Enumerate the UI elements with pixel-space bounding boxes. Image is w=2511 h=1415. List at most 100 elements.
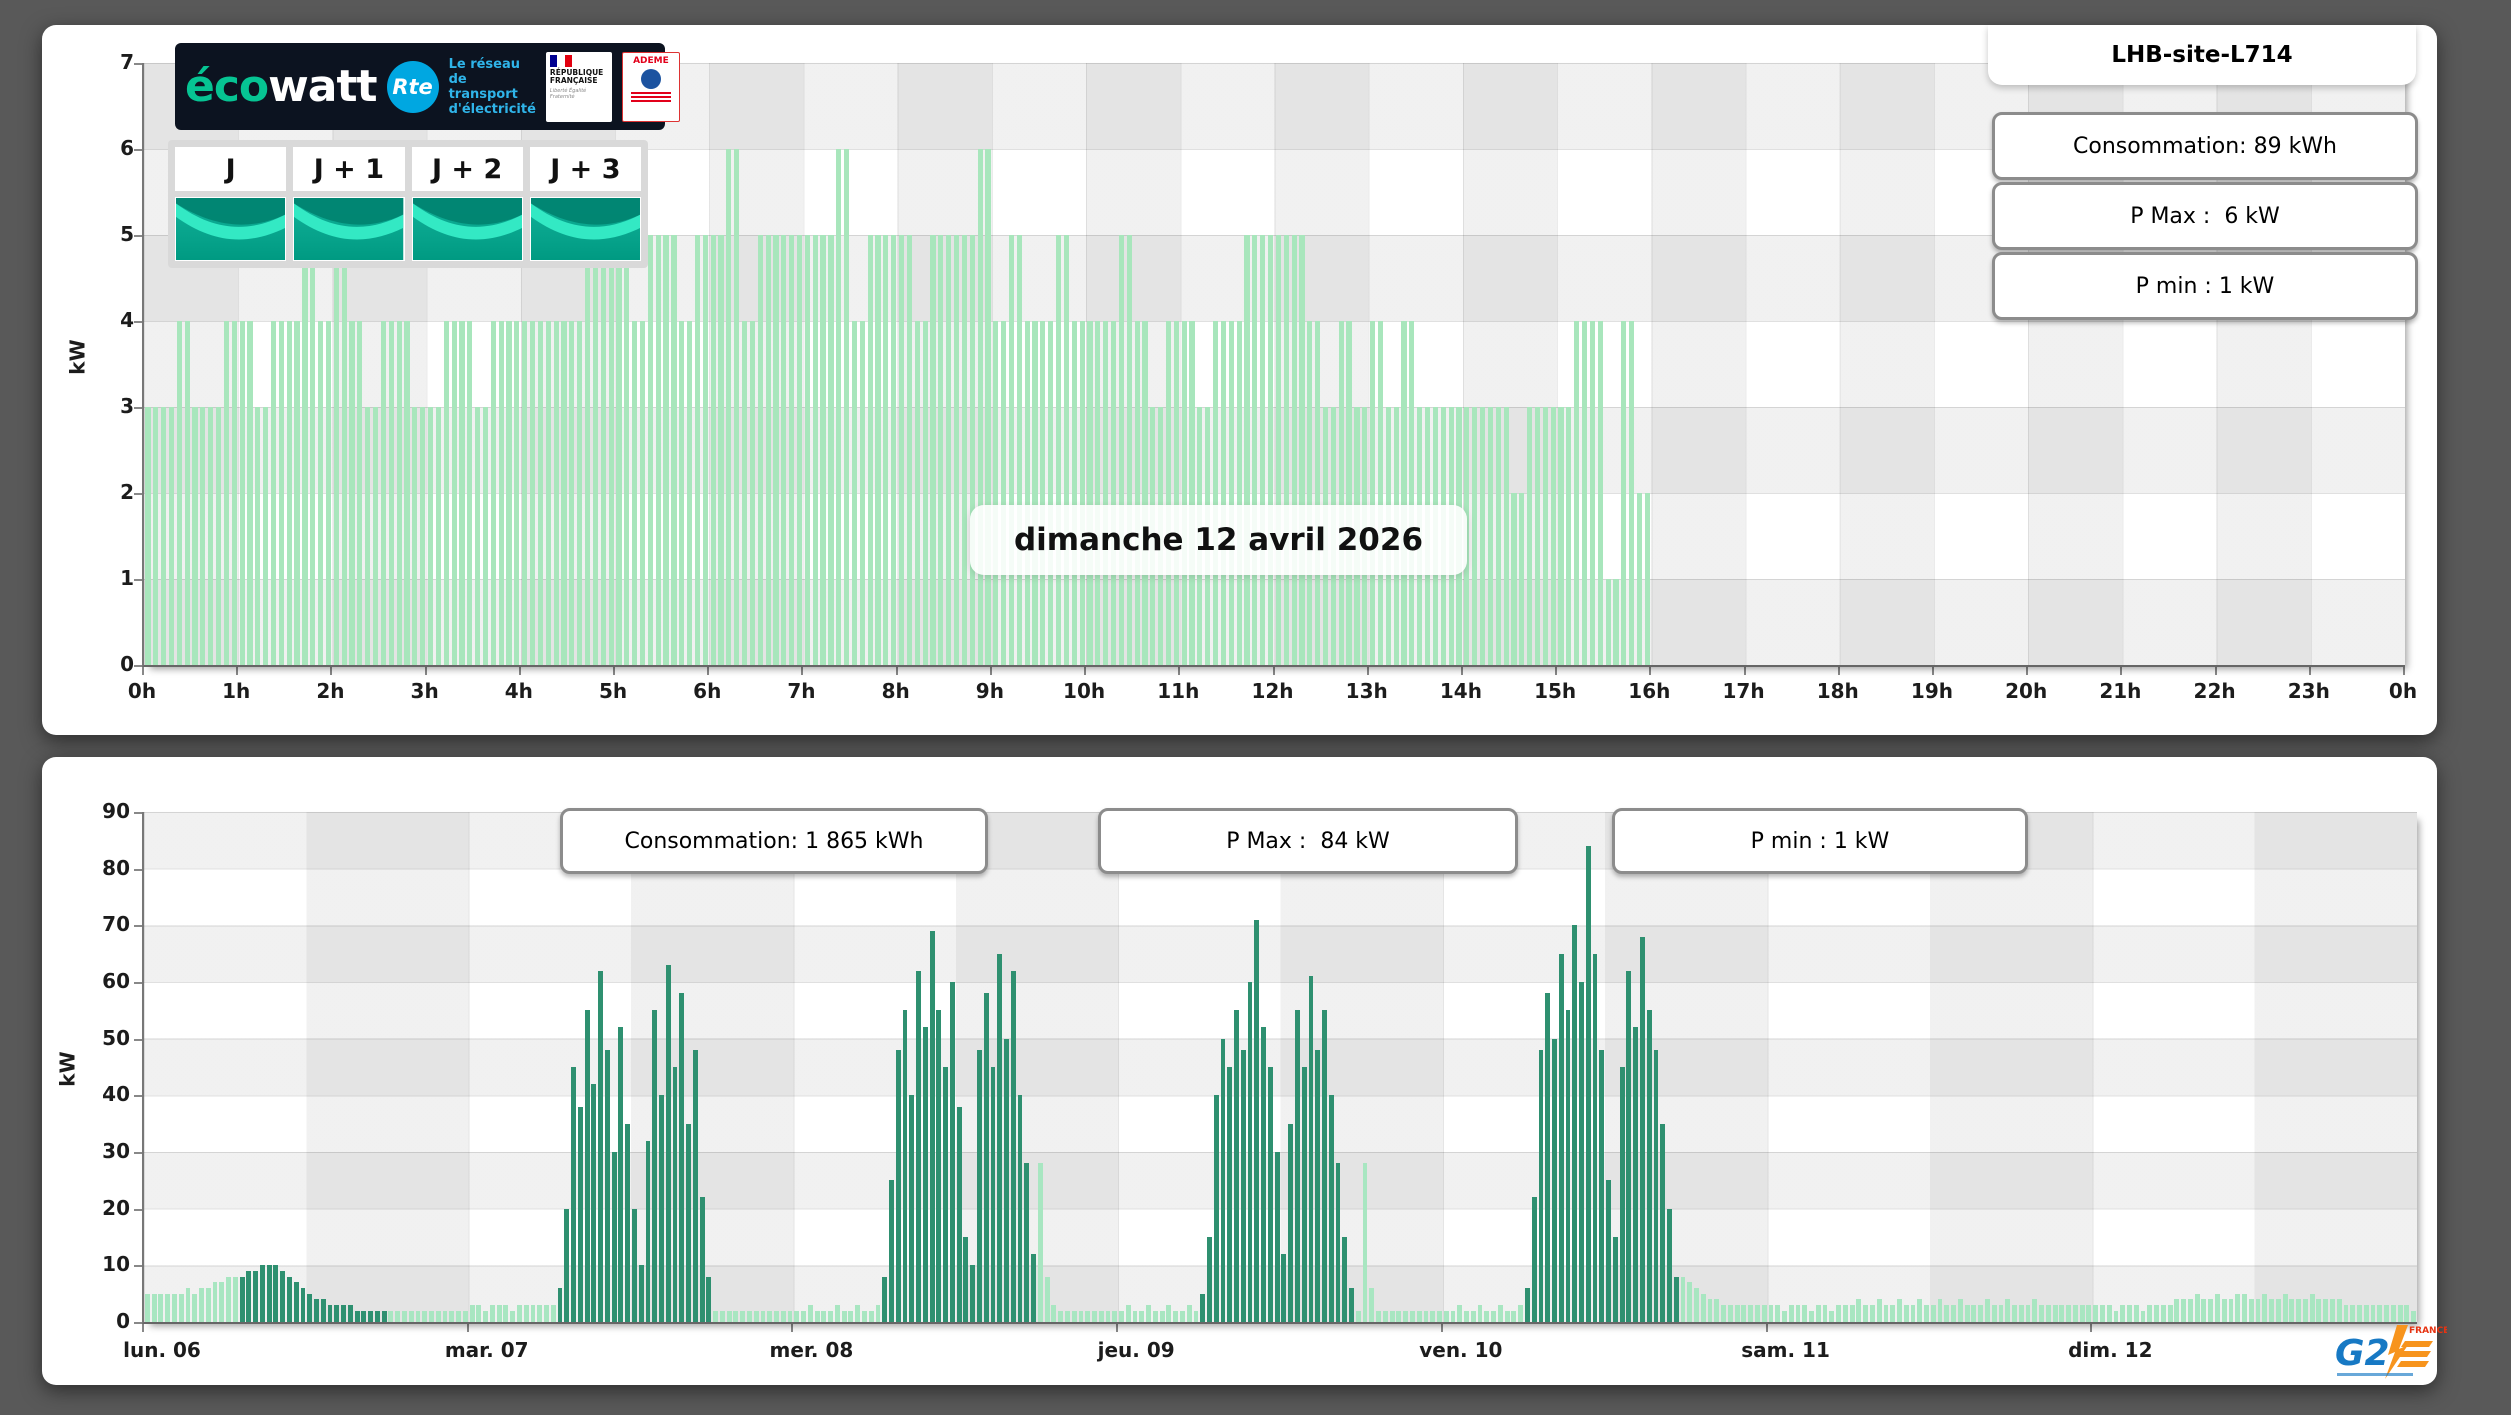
daily-consumption-bar — [397, 321, 402, 665]
daily-pmin-box: P min : 1 kW — [1992, 252, 2418, 320]
x-tick-label: jeu. 09 — [1076, 1338, 1196, 1362]
daily-consumption-bar — [632, 321, 637, 665]
daily-consumption-bar — [1496, 407, 1501, 665]
tab-day-j2[interactable]: J + 2 — [412, 147, 523, 261]
daily-consumption-bar — [373, 407, 378, 665]
weekly-baseline-bar — [1741, 1305, 1746, 1322]
weekly-activity-bar — [1640, 937, 1645, 1322]
weekly-activity-bar — [943, 1067, 948, 1322]
daily-consumption-bar — [773, 235, 778, 665]
daily-consumption-box: Consommation: 89 kWh — [1992, 112, 2418, 180]
weekly-baseline-bar — [1390, 1311, 1395, 1322]
weekly-baseline-bar — [2323, 1299, 2328, 1322]
weekly-baseline-bar — [2377, 1305, 2382, 1322]
x-tick-mark — [1116, 1324, 1118, 1332]
y-tick-label: 70 — [90, 912, 130, 936]
weekly-activity-bar — [1302, 1067, 1307, 1322]
x-tick-mark — [1555, 667, 1557, 675]
weekly-baseline-bar — [1356, 1311, 1361, 1322]
weekly-activity-bar — [936, 1010, 941, 1322]
daily-consumption-bar — [640, 321, 645, 665]
y-tick-label: 40 — [90, 1082, 130, 1106]
weekly-baseline-bar — [2107, 1305, 2112, 1322]
weekly-activity-bar — [1248, 982, 1253, 1322]
daily-consumption-bar — [467, 321, 472, 665]
daily-consumption-bar — [1268, 235, 1273, 665]
weekly-activity-bar — [896, 1050, 901, 1322]
x-tick-label: lun. 06 — [102, 1338, 222, 1362]
daily-consumption-bar — [1606, 579, 1611, 665]
weekly-activity-bar — [321, 1299, 326, 1322]
weekly-baseline-bar — [1187, 1305, 1192, 1322]
ademe-subtext-lines — [631, 92, 671, 102]
weekly-baseline-bar — [199, 1288, 204, 1322]
weekly-baseline-bar — [2141, 1311, 2146, 1322]
y-tick-label: 80 — [90, 856, 130, 880]
weekly-baseline-bar — [1424, 1311, 1429, 1322]
daily-consumption-bar — [750, 321, 755, 665]
weekly-activity-bar — [977, 1050, 982, 1322]
weekly-activity-bar — [706, 1277, 711, 1322]
daily-consumption-bar — [781, 235, 786, 665]
y-tick-label: 0 — [90, 1309, 130, 1333]
daily-consumption-bar — [671, 235, 676, 665]
weekly-baseline-bar — [2201, 1299, 2206, 1322]
daily-consumption-bar — [1009, 235, 1014, 665]
weekly-baseline-bar — [1085, 1311, 1090, 1322]
tab-day-j1[interactable]: J + 1 — [293, 147, 404, 261]
weekly-baseline-bar — [1051, 1305, 1056, 1322]
weekly-activity-bar — [970, 1265, 975, 1322]
x-tick-mark — [467, 1324, 469, 1332]
weekly-baseline-bar — [1518, 1305, 1523, 1322]
weekly-baseline-bar — [1471, 1311, 1476, 1322]
ecowatt-eco-text: éco — [185, 61, 268, 112]
y-tick-label: 50 — [90, 1026, 130, 1050]
weekly-activity-bar — [1200, 1294, 1205, 1322]
weekly-baseline-bar — [1369, 1288, 1374, 1322]
weekly-baseline-bar — [1904, 1305, 1909, 1322]
daily-consumption-bar — [357, 321, 362, 665]
daily-consumption-bar — [569, 321, 574, 665]
daily-consumption-bar — [1229, 321, 1234, 665]
tab-day-j[interactable]: J — [175, 147, 286, 261]
weekly-baseline-bar — [862, 1311, 867, 1322]
y-tick-label: 4 — [94, 308, 134, 332]
weekly-activity-bar — [564, 1209, 569, 1322]
weekly-baseline-bar — [152, 1294, 157, 1322]
tab-day-j3[interactable]: J + 3 — [530, 147, 641, 261]
daily-consumption-bar — [1370, 321, 1375, 665]
weekly-activity-bar — [558, 1288, 563, 1322]
weekly-baseline-bar — [1775, 1305, 1780, 1322]
weekly-activity-bar — [1011, 971, 1016, 1322]
daily-consumption-bar — [1401, 321, 1406, 665]
weekly-baseline-bar — [2371, 1305, 2376, 1322]
daily-consumption-bar — [1127, 235, 1132, 665]
daily-consumption-bar — [428, 407, 433, 665]
daily-consumption-bar — [538, 321, 543, 665]
weekly-baseline-bar — [1769, 1305, 1774, 1322]
daily-consumption-bar — [287, 321, 292, 665]
weekly-baseline-bar — [794, 1311, 799, 1322]
weekly-baseline-bar — [1816, 1305, 1821, 1322]
weekly-baseline-bar — [2039, 1305, 2044, 1322]
weekly-activity-bar — [1214, 1095, 1219, 1322]
tab-day-j1-label: J + 1 — [293, 147, 404, 191]
weekly-baseline-bar — [1721, 1305, 1726, 1322]
weekly-baseline-bar — [1363, 1163, 1368, 1322]
daily-consumption-bar — [1613, 579, 1618, 665]
y-axis-unit-top: kW — [66, 339, 90, 374]
y-tick-mark — [134, 1265, 142, 1267]
weekly-baseline-bar — [1782, 1311, 1787, 1322]
x-tick-mark — [707, 667, 709, 675]
weekly-baseline-bar — [1112, 1311, 1117, 1322]
y-tick-mark — [134, 321, 142, 323]
daily-consumption-bar — [1519, 493, 1524, 665]
daily-consumption-bar — [899, 235, 904, 665]
daily-consumption-bar — [1511, 493, 1516, 665]
weekly-baseline-bar — [226, 1277, 231, 1322]
daily-consumption-bar — [554, 321, 559, 665]
weekly-activity-bar — [571, 1067, 576, 1322]
daily-consumption-bar — [1072, 321, 1077, 665]
weekly-baseline-bar — [1748, 1305, 1753, 1322]
weekly-baseline-bar — [2120, 1305, 2125, 1322]
